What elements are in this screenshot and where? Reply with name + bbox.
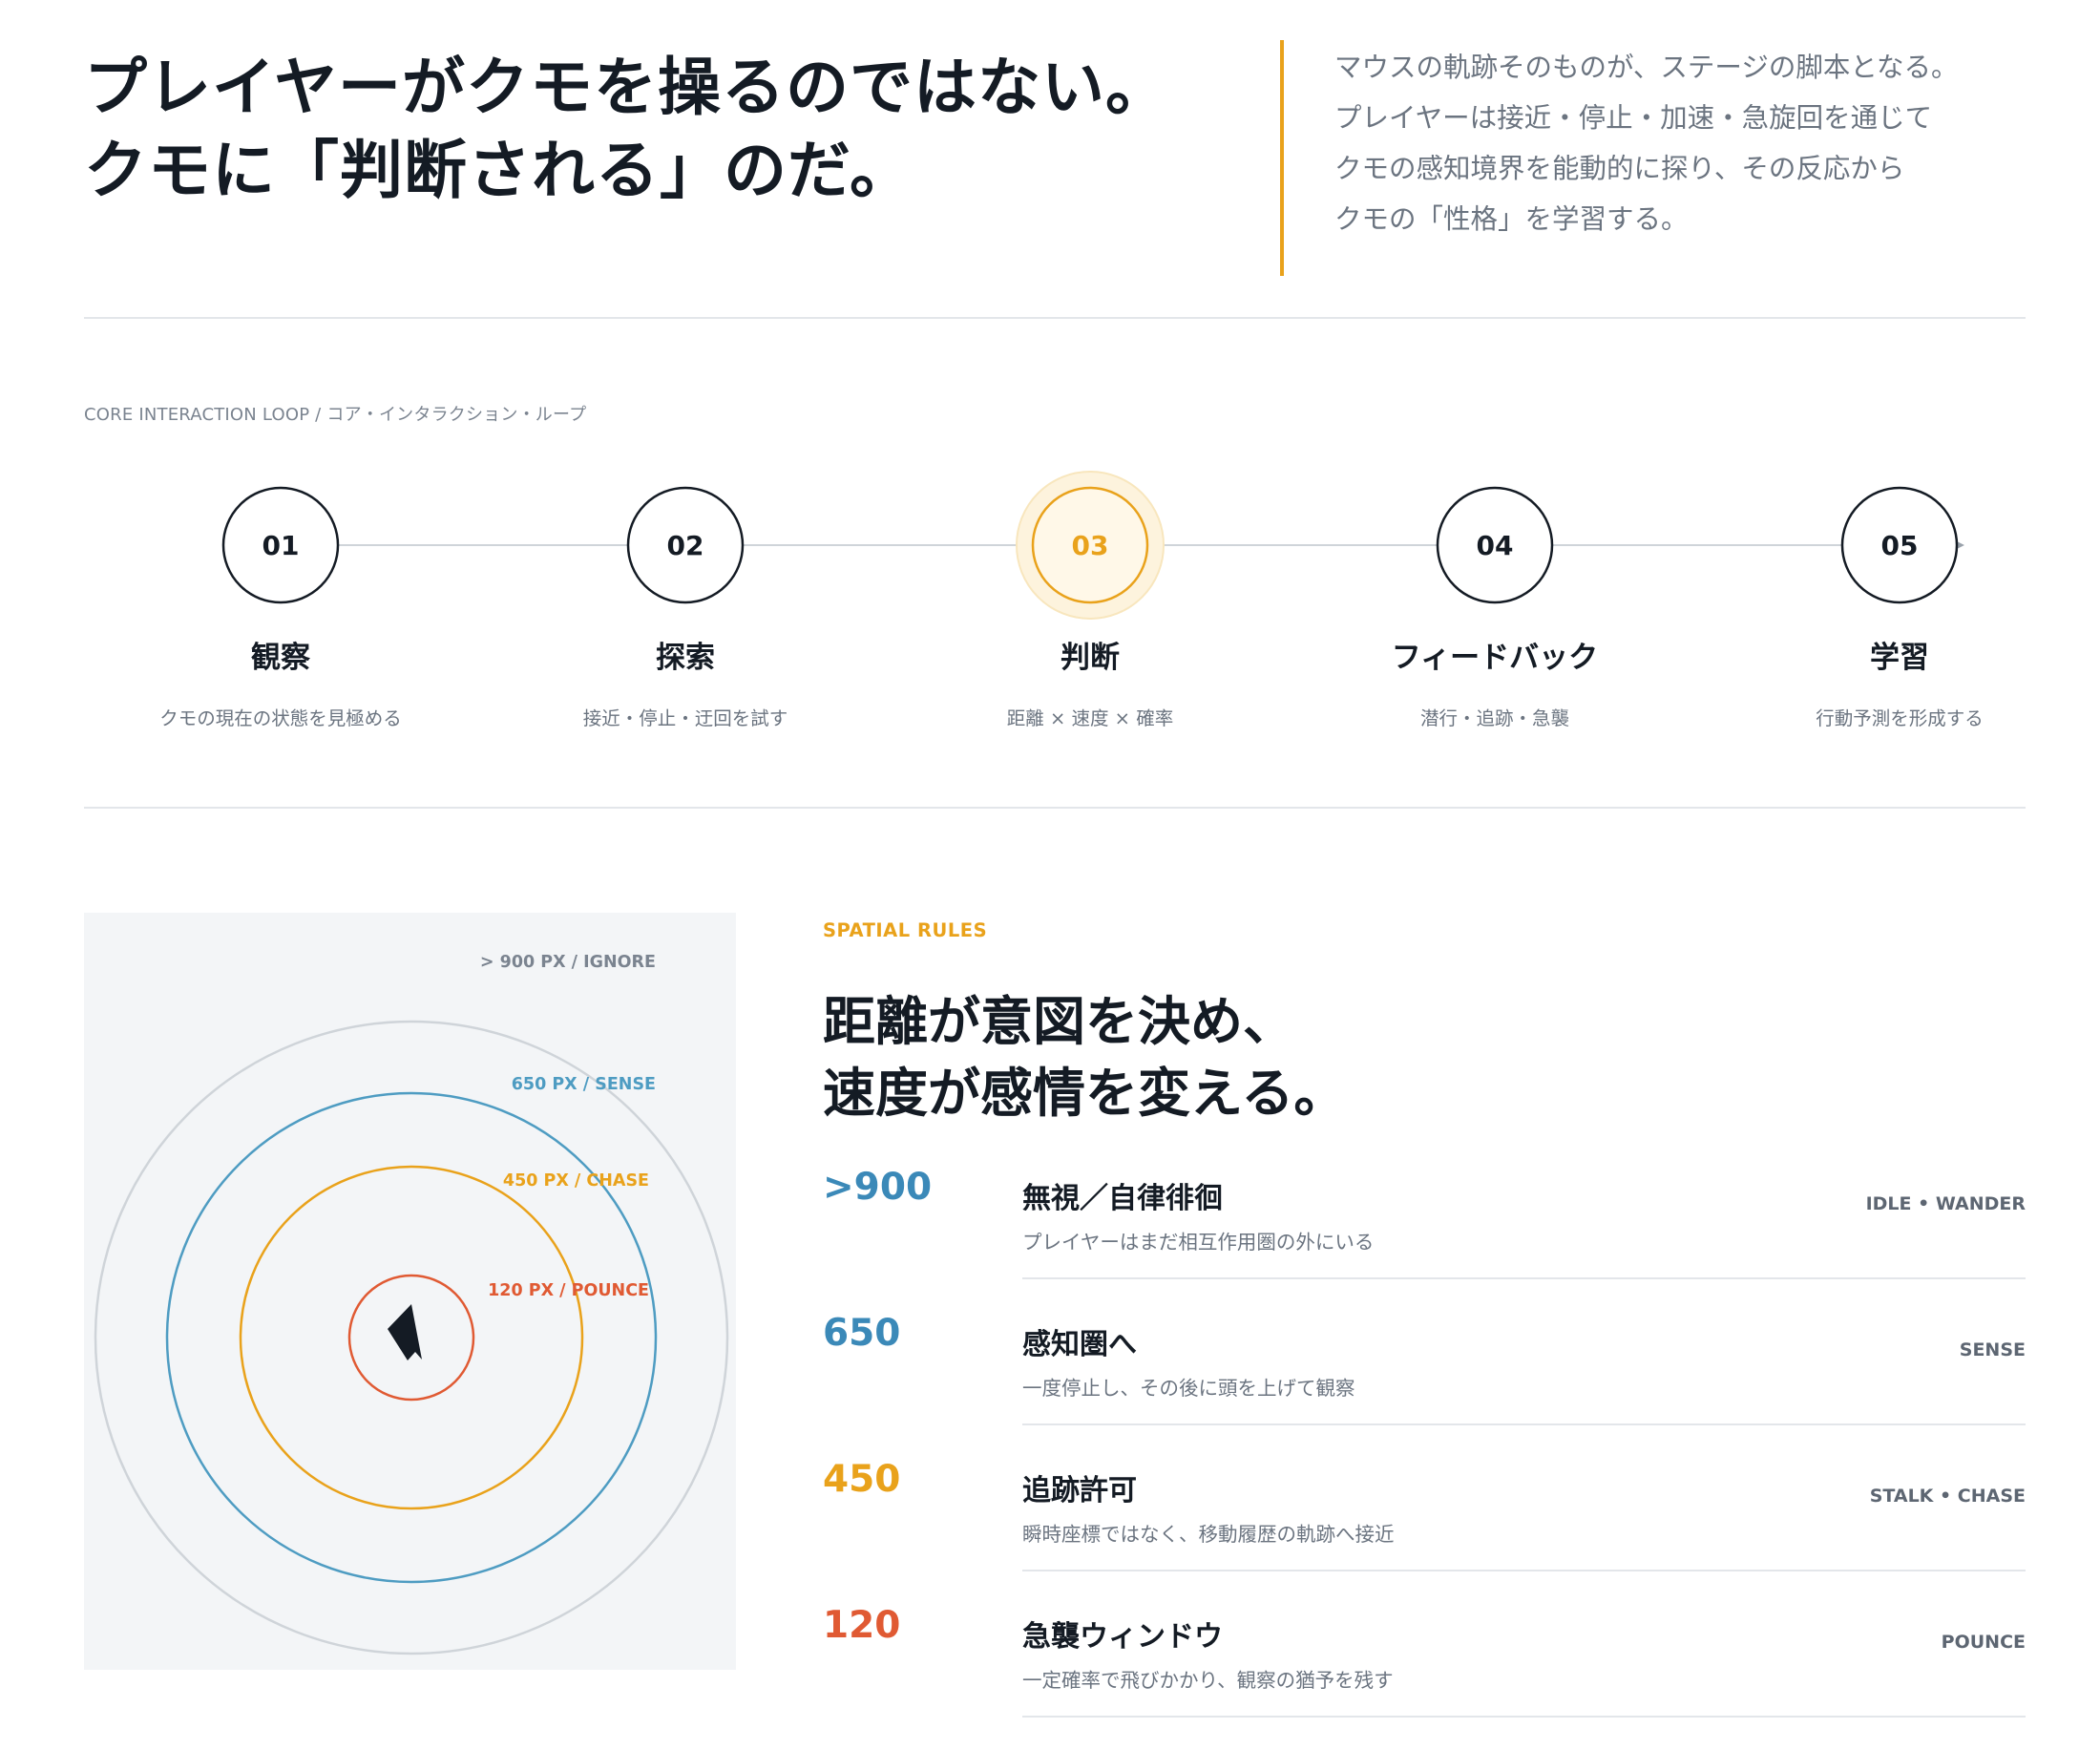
rules-title-line-2: 速度が感情を変える。 bbox=[823, 1063, 1347, 1124]
hero-accent-rule bbox=[1280, 40, 1284, 276]
hero-title-line-1: プレイヤーがクモを操るのではない。 bbox=[84, 51, 1170, 124]
step-desc-5: 行動予測を形成する bbox=[1816, 707, 1984, 729]
zone-label-sense: 650 PX / SENSE bbox=[511, 1075, 656, 1094]
step-number-5: 05 bbox=[1881, 530, 1919, 561]
rule-divider bbox=[1022, 1423, 2026, 1425]
rule-tag-pounce: POUNCE bbox=[1941, 1632, 2026, 1653]
rule-desc-sense: 一度停止し、その後に頭を上げて観察 bbox=[1022, 1377, 1355, 1400]
rule-title-ignore: 無視／自律徘徊 bbox=[1022, 1182, 1223, 1215]
rule-desc-ignore: プレイヤーはまだ相互作用圏の外にいる bbox=[1022, 1231, 1375, 1254]
section-divider bbox=[84, 807, 2026, 809]
step-number-4: 04 bbox=[1477, 530, 1514, 561]
rules-eyebrow: SPATIAL RULES bbox=[823, 919, 988, 941]
rule-tag-sense: SENSE bbox=[1959, 1339, 2026, 1360]
rule-desc-pounce: 一定確率で飛びかかり、観察の猶予を残す bbox=[1022, 1669, 1394, 1692]
rule-divider bbox=[1022, 1570, 2026, 1571]
step-label-5: 学習 bbox=[1870, 641, 1929, 675]
step-desc-1: クモの現在の状態を見極める bbox=[159, 707, 402, 729]
hero-title-line-2: クモに「判断される」のだ。 bbox=[84, 134, 914, 207]
rules-title: 距離が意図を決め、 速度が感情を変える。 bbox=[823, 986, 1346, 1129]
zone-label-chase: 450 PX / CHASE bbox=[502, 1171, 649, 1191]
step-label-2: 探索 bbox=[656, 641, 715, 675]
step-label-3: 判断 bbox=[1060, 641, 1120, 675]
step-desc-4: 潜行・追跡・急襲 bbox=[1419, 707, 1569, 729]
rules-title-line-1: 距離が意図を決め、 bbox=[823, 991, 1296, 1052]
step-label-4: フィードバック bbox=[1391, 641, 1599, 675]
loop-eyebrow: CORE INTERACTION LOOP / コア・インタラクション・ループ bbox=[84, 405, 587, 425]
step-number-2: 02 bbox=[667, 530, 704, 561]
step-desc-2: 接近・停止・迂回を試す bbox=[582, 707, 788, 729]
cursor-arrow-icon bbox=[388, 1304, 422, 1360]
rule-value-pounce: 120 bbox=[823, 1604, 901, 1647]
hero-lead-line-4: クモの「性格」を学習する。 bbox=[1334, 203, 1689, 235]
rule-value-ignore: >900 bbox=[823, 1166, 933, 1209]
rule-value-sense: 650 bbox=[823, 1312, 901, 1355]
rule-title-chase: 追跡許可 bbox=[1022, 1474, 1137, 1508]
rule-divider bbox=[1022, 1277, 2026, 1279]
hero-lead-line-3: クモの感知境界を能動的に探り、その反応から bbox=[1334, 153, 1905, 184]
zone-label-pounce: 120 PX / POUNCE bbox=[488, 1281, 649, 1300]
step-desc-3: 距離 × 速度 × 確率 bbox=[1006, 707, 1174, 729]
step-number-1: 01 bbox=[262, 530, 300, 561]
step-number-3: 03 bbox=[1072, 530, 1109, 561]
loop-diagram: 01 02 03 04 05 bbox=[221, 471, 1964, 620]
radar-panel: > 900 PX / IGNORE 650 PX / SENSE 450 PX … bbox=[84, 913, 736, 1670]
zone-label-ignore: > 900 PX / IGNORE bbox=[479, 953, 656, 972]
rule-tag-chase: STALK • CHASE bbox=[1869, 1486, 2026, 1507]
rule-desc-chase: 瞬時座標ではなく、移動履歴の軌跡へ接近 bbox=[1022, 1523, 1395, 1546]
rule-value-chase: 450 bbox=[823, 1458, 901, 1501]
rule-title-sense: 感知圏へ bbox=[1022, 1328, 1137, 1361]
hero-title: プレイヤーがクモを操るのではない。 クモに「判断される」のだ。 bbox=[84, 46, 1169, 212]
hero-lead: マウスの軌跡そのものが、ステージの脚本となる。 プレイヤーは接近・停止・加速・急… bbox=[1334, 42, 1959, 244]
rule-title-pounce: 急襲ウィンドウ bbox=[1022, 1620, 1223, 1654]
hero-lead-line-1: マウスの軌跡そのものが、ステージの脚本となる。 bbox=[1334, 52, 1959, 83]
rule-tag-ignore: IDLE • WANDER bbox=[1865, 1193, 2026, 1214]
section-divider bbox=[84, 317, 2026, 319]
hero-lead-line-2: プレイヤーは接近・停止・加速・急旋回を通じて bbox=[1334, 102, 1933, 134]
rule-divider bbox=[1022, 1716, 2026, 1718]
step-label-1: 観察 bbox=[251, 641, 310, 675]
